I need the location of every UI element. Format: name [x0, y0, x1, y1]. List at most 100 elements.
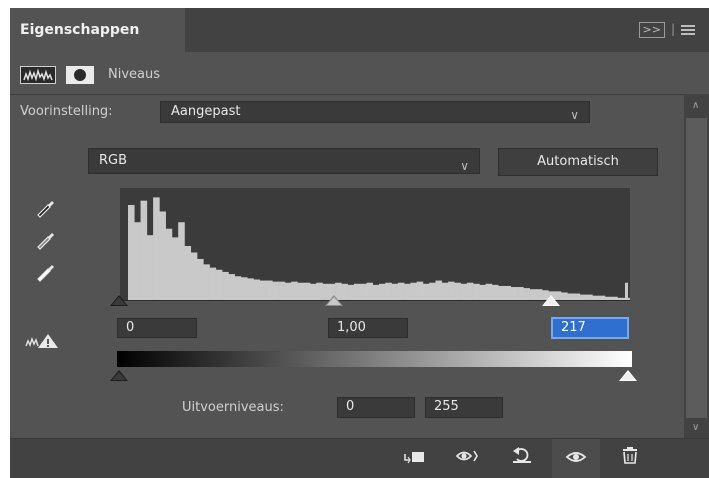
scrollbar-thumb[interactable] — [686, 118, 707, 418]
histogram-bar — [253, 279, 261, 300]
histogram-bar — [316, 282, 323, 300]
output-low-field[interactable]: 0 — [337, 397, 415, 418]
histogram-bar — [473, 283, 480, 300]
histogram-bar — [491, 284, 499, 300]
histogram-bar — [266, 280, 273, 300]
histogram-bar — [441, 282, 449, 300]
histogram — [120, 188, 631, 301]
collapse-panel-icon[interactable]: >> — [638, 22, 665, 38]
histogram-bar — [184, 246, 192, 300]
view-previous-state-button[interactable] — [444, 439, 492, 478]
histogram-bar — [140, 200, 148, 300]
histogram-bar — [579, 294, 587, 300]
trash-icon — [623, 447, 637, 464]
histogram-bar — [498, 285, 505, 300]
reset-button[interactable] — [498, 439, 546, 478]
histogram-bar — [240, 277, 248, 300]
output-gradient-bar — [117, 351, 632, 367]
levels-histogram-icon[interactable] — [20, 66, 56, 84]
auto-button[interactable]: Automatisch — [498, 148, 658, 176]
scroll-down-icon[interactable]: ∨ — [692, 422, 699, 433]
clip-to-layer-button[interactable] — [390, 439, 438, 478]
input-highlight-field[interactable]: 217 — [551, 317, 629, 339]
histogram-bar — [617, 297, 625, 300]
histogram-bar — [197, 258, 204, 300]
histogram-bar — [203, 264, 210, 300]
output-levels-label: Uitvoerniveaus: — [182, 400, 284, 415]
histogram-bar — [347, 284, 355, 300]
output-highlight-slider-handle[interactable] — [619, 370, 637, 381]
scroll-up-icon[interactable]: ∧ — [692, 100, 699, 111]
histogram-bar — [410, 282, 417, 300]
chevron-down-icon: ∨ — [570, 108, 579, 122]
input-highlight-slider-handle[interactable] — [542, 295, 560, 306]
preset-value: Aangepast — [171, 104, 241, 119]
highlight-eyedropper-icon[interactable] — [35, 260, 57, 282]
histogram-bar — [485, 283, 493, 300]
histogram-bar — [448, 281, 455, 300]
histogram-bar — [234, 276, 242, 300]
histogram-bar — [454, 282, 461, 300]
output-shadow-slider-handle[interactable] — [110, 370, 128, 381]
panel-controls: >> | — [638, 22, 695, 38]
histogram-bar — [466, 282, 474, 300]
scrollbar[interactable]: ∧ ∨ — [684, 94, 709, 438]
input-midtone-slider-handle[interactable] — [325, 295, 343, 306]
histogram-bar — [611, 296, 618, 300]
histogram-bar — [146, 235, 154, 300]
histogram-bar — [567, 293, 574, 300]
shadow-eyedropper-icon[interactable] — [35, 196, 57, 218]
histogram-bar — [598, 295, 606, 300]
visibility-button[interactable] — [552, 439, 600, 478]
histogram-bar — [573, 293, 581, 300]
channel-value: RGB — [99, 153, 128, 168]
histogram-bar — [278, 281, 286, 300]
input-shadow-slider-handle[interactable] — [110, 295, 128, 306]
histogram-bar — [625, 282, 628, 300]
chevron-down-icon: ∨ — [460, 159, 469, 173]
histogram-bar — [171, 237, 179, 300]
histogram-bar — [517, 287, 524, 300]
histogram-bar — [379, 283, 386, 300]
properties-panel: Eigenschappen >> | Niveaus Voorinstelling… — [10, 8, 709, 478]
histogram-bar — [604, 296, 612, 300]
histogram-bar — [128, 204, 135, 300]
tab-eigenschappen[interactable]: Eigenschappen — [10, 8, 185, 52]
histogram-bar — [504, 285, 512, 300]
input-midtone-field[interactable]: 1,00 — [328, 318, 408, 338]
histogram-bar — [190, 252, 198, 300]
panel-menu-icon[interactable] — [681, 28, 695, 31]
delete-button[interactable] — [606, 439, 654, 478]
histogram-bar — [272, 281, 279, 300]
histogram-bar — [391, 283, 399, 300]
histogram-bar — [372, 284, 380, 300]
histogram-bar — [178, 222, 185, 300]
visibility-eye-icon — [565, 452, 587, 462]
histogram-bar — [228, 274, 235, 300]
histogram-bar — [291, 281, 298, 300]
histogram-bar — [303, 282, 311, 300]
panel-tab-bar: Eigenschappen >> | — [10, 8, 709, 52]
histogram-bar — [560, 292, 568, 300]
histogram-bar — [360, 283, 367, 300]
histogram-bar — [247, 278, 254, 300]
clipping-warning-icon[interactable] — [24, 332, 64, 350]
histogram-bar — [165, 228, 173, 300]
input-shadow-field[interactable]: 0 — [117, 318, 197, 338]
histogram-bar — [209, 267, 217, 300]
histogram-bar — [479, 284, 486, 300]
output-high-field[interactable]: 255 — [425, 397, 503, 418]
histogram-bar — [416, 281, 424, 300]
view-previous-state-icon — [455, 450, 478, 462]
preset-dropdown[interactable]: Aangepast ∨ — [160, 101, 590, 123]
midtone-eyedropper-icon[interactable] — [35, 228, 57, 250]
histogram-bar — [523, 288, 530, 300]
layer-mask-icon[interactable] — [66, 66, 94, 84]
histogram-bar — [397, 282, 405, 300]
channel-dropdown[interactable]: RGB ∨ — [88, 148, 480, 174]
histogram-bars — [128, 197, 631, 300]
histogram-bar — [366, 282, 374, 300]
histogram-bar — [353, 283, 361, 300]
histogram-bar — [153, 197, 160, 300]
histogram-bar — [592, 295, 599, 300]
